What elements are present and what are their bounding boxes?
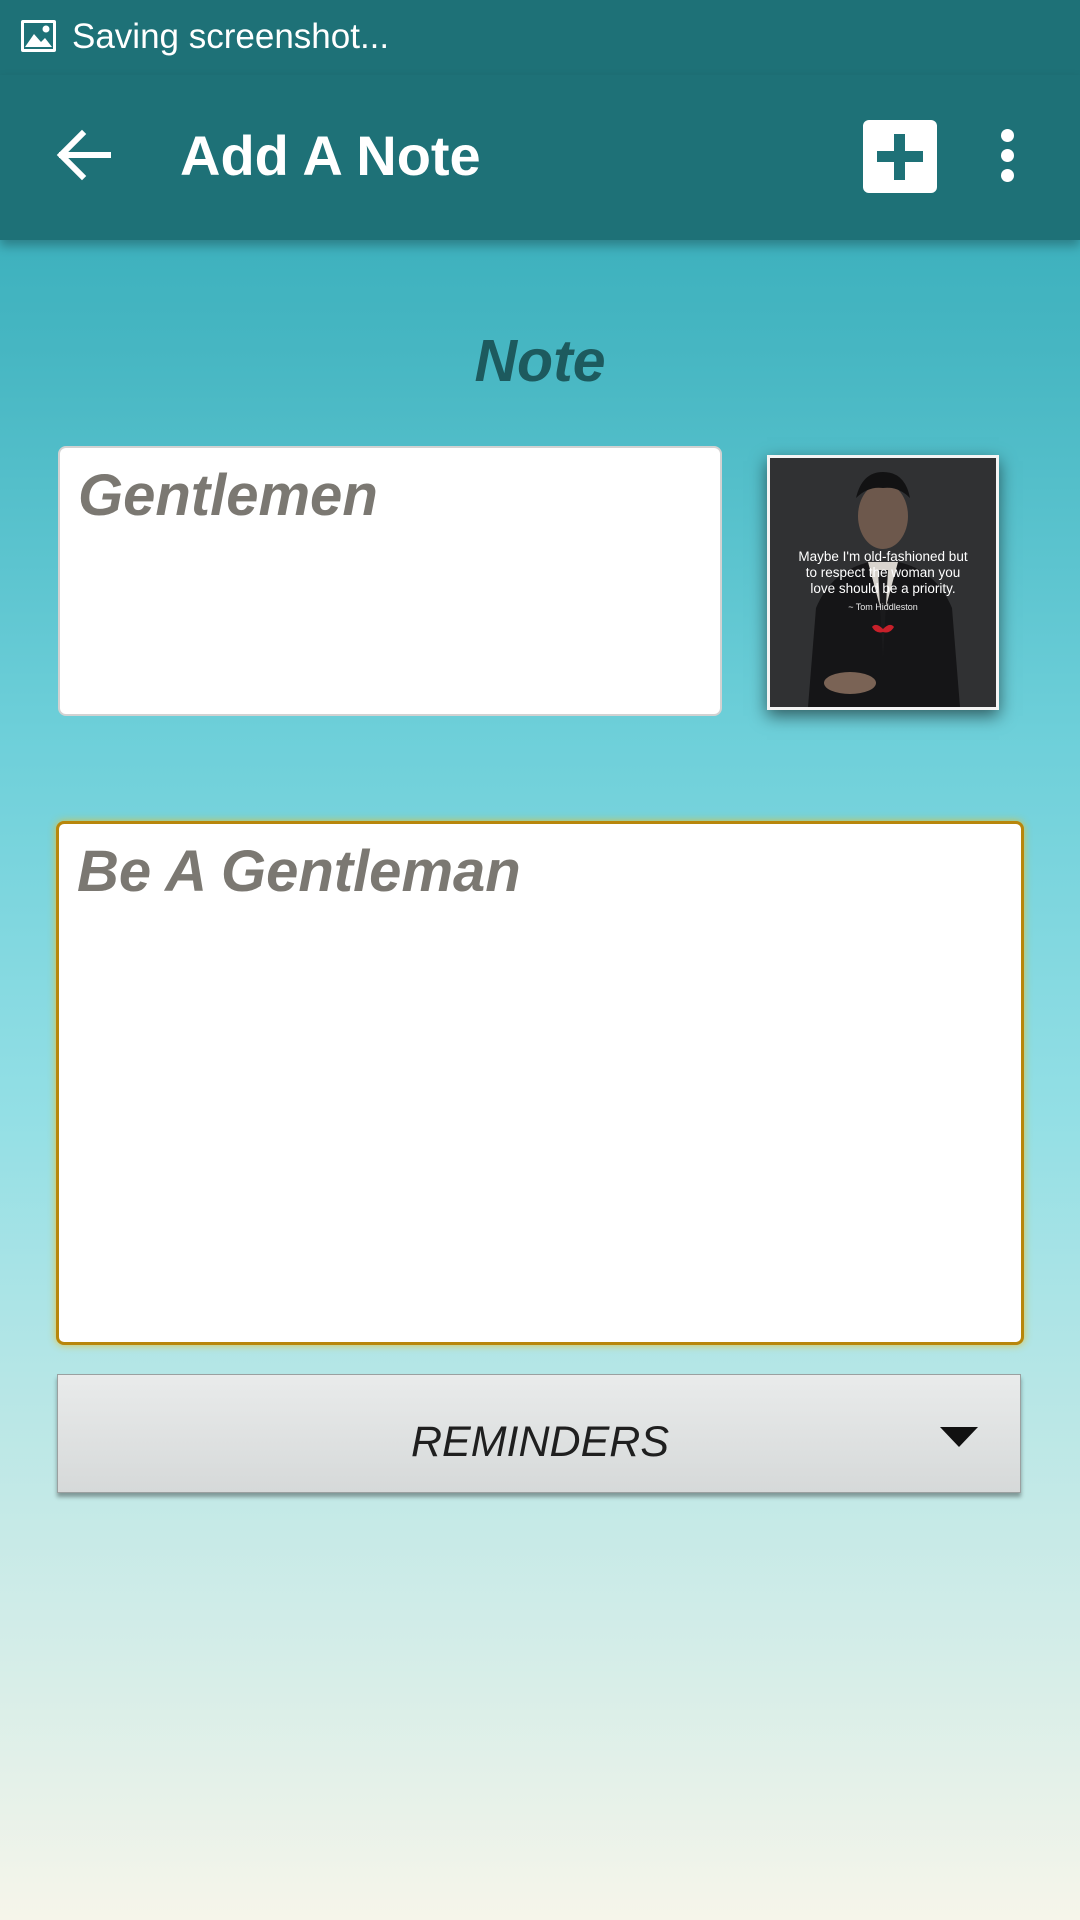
image-icon [20,19,57,53]
arrow-left-icon [56,129,111,181]
more-options-button[interactable] [990,120,1026,190]
app-bar: Add A Note [0,75,1080,240]
quote-line-3: love should be a priority. [810,581,955,596]
quote-line-1: Maybe I'm old-fashioned but [798,549,967,564]
page-title: Add A Note [180,124,481,187]
add-button[interactable] [863,120,937,193]
caret-down-icon [940,1427,978,1447]
status-bar: Saving screenshot... [0,0,1080,75]
back-button[interactable] [50,120,120,190]
note-body-field[interactable]: Be A Gentleman [56,821,1024,1345]
reminders-label: REMINDERS [410,1418,670,1466]
reminders-dropdown[interactable]: REMINDERS [57,1374,1021,1493]
note-image[interactable]: Maybe I'm old-fashioned but to respect t… [767,455,999,710]
note-body-value: Be A Gentleman [77,839,521,904]
status-text: Saving screenshot... [72,17,390,56]
note-title-field[interactable]: Gentlemen [58,446,722,716]
section-title: Note [474,328,606,394]
quote-author: ~ Tom Hiddleston [848,602,918,612]
quote-line-2: to respect the woman you [806,565,961,580]
note-title-value: Gentlemen [78,463,378,528]
